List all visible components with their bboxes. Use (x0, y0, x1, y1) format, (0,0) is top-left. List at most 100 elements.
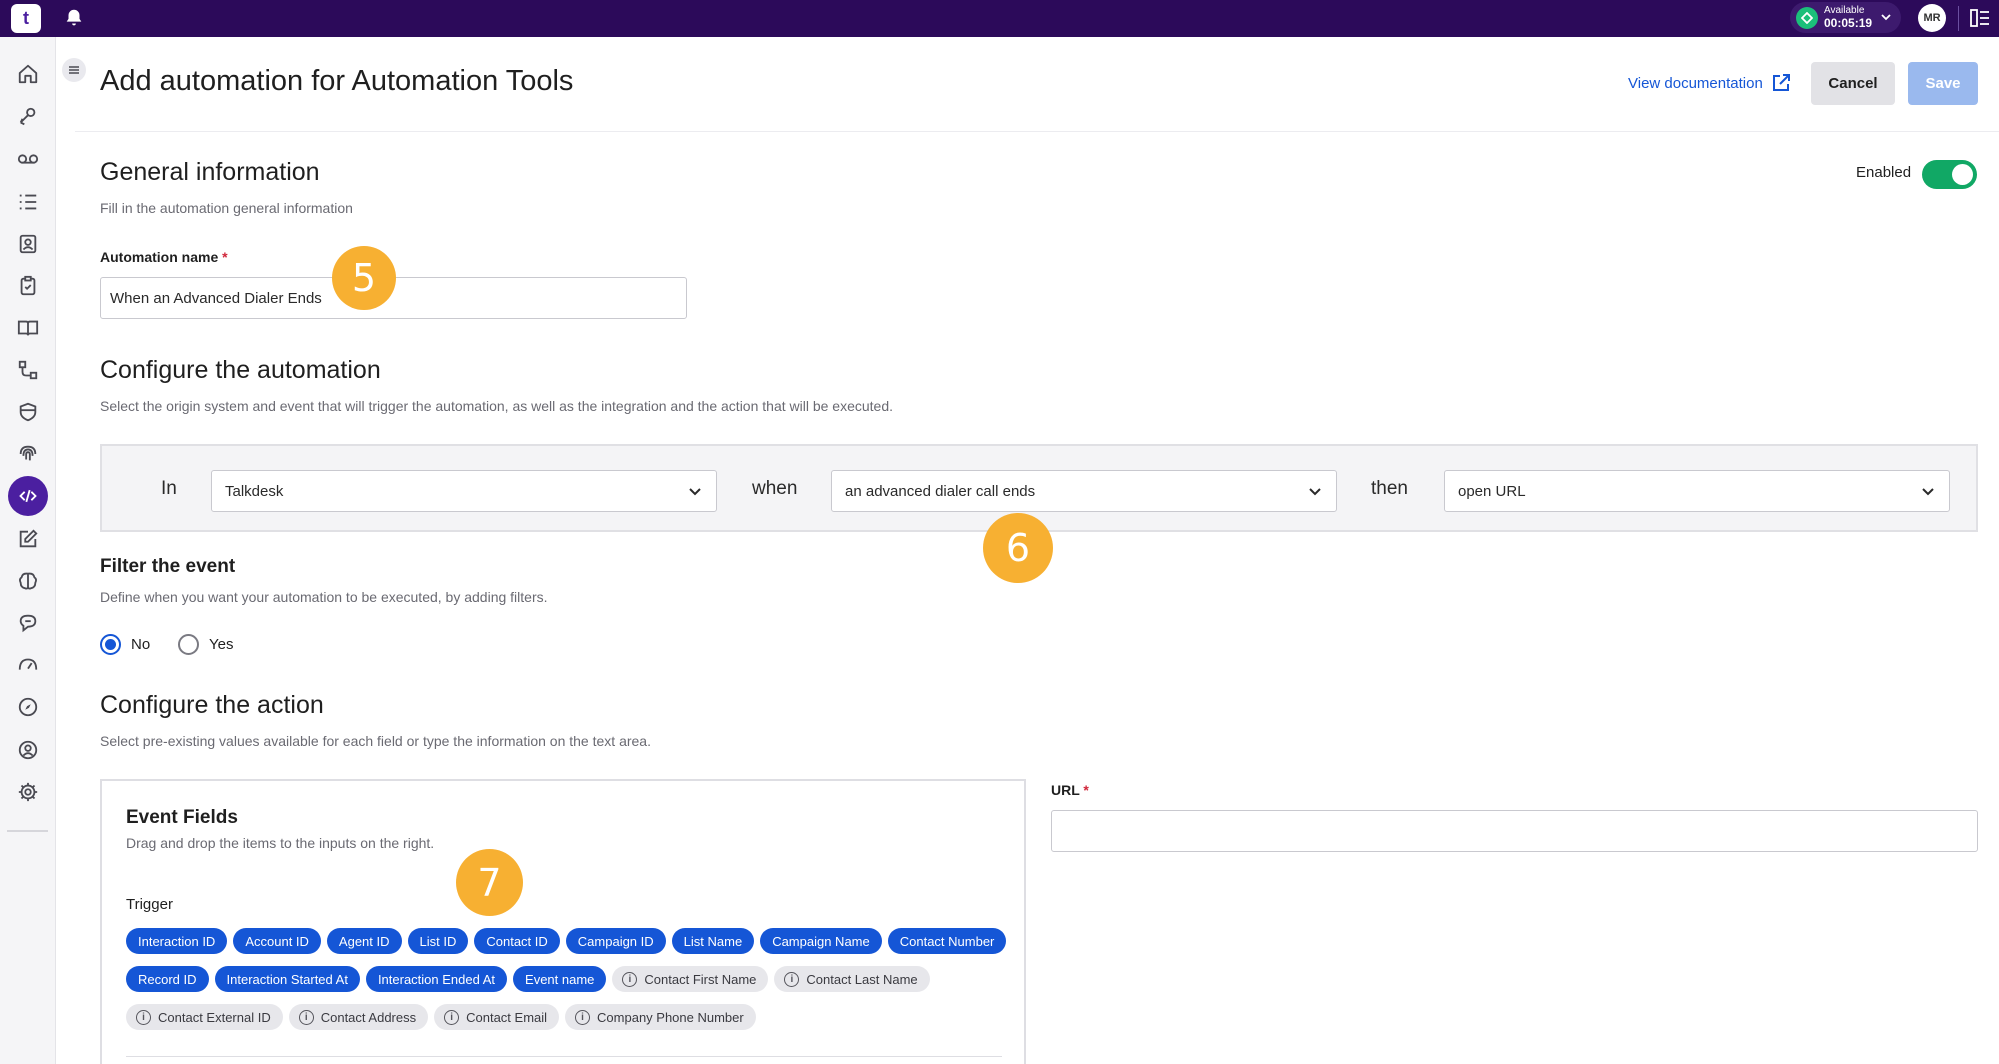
info-icon: i (575, 1009, 591, 1025)
voicemail-icon[interactable] (8, 139, 48, 179)
chip-row-1: Interaction ID Account ID Agent ID List … (126, 928, 1007, 954)
action-value: open URL (1458, 482, 1526, 500)
status-selector[interactable]: Available 00:05:19 (1790, 2, 1901, 33)
filter-event-subtitle: Define when you want your automation to … (100, 589, 548, 605)
event-field-chip-optional[interactable]: i Company Phone Number (565, 1004, 756, 1030)
step-badge-6: 6 (983, 513, 1053, 583)
event-field-chip[interactable]: Contact Number (887, 928, 1007, 954)
home-icon[interactable] (8, 54, 48, 94)
cancel-button[interactable]: Cancel (1811, 62, 1895, 105)
left-nav (0, 37, 56, 1064)
info-icon: i (622, 971, 638, 987)
side-panel-icon[interactable] (1970, 8, 1990, 33)
chip-row-3: i Contact External ID i Contact Address iC… (126, 1004, 756, 1030)
chat-icon[interactable] (8, 603, 48, 643)
toggle-knob (1952, 164, 1973, 185)
gear-icon[interactable] (8, 772, 48, 812)
info-icon: i (136, 1009, 151, 1025)
status-label: Available (1824, 5, 1865, 16)
radio-unchecked-icon (178, 634, 199, 655)
fingerprint-icon[interactable] (8, 434, 48, 474)
chevron-down-icon (1881, 14, 1891, 21)
configure-automation-title: Configure the automation (100, 356, 381, 384)
event-field-chip[interactable]: Contact ID (474, 928, 560, 954)
when-label: when (752, 478, 798, 499)
trigger-label: Trigger (126, 896, 173, 913)
event-field-chip[interactable]: Campaign Name (760, 928, 882, 954)
event-field-chip-optional[interactable]: i Contact First Name (612, 966, 769, 992)
compass-icon[interactable] (8, 687, 48, 727)
enabled-toggle[interactable] (1922, 160, 1977, 189)
event-fields-panel: Event Fields Drag and drop the items to … (100, 779, 1026, 1064)
bell-icon[interactable] (63, 7, 85, 29)
chevron-down-icon (1309, 488, 1321, 496)
user-circle-icon[interactable] (8, 730, 48, 770)
clipboard-check-icon[interactable] (8, 266, 48, 306)
radio-checked-icon (100, 634, 121, 655)
view-documentation-label: View documentation (1628, 74, 1763, 92)
list-icon[interactable] (8, 182, 48, 222)
event-field-chip[interactable]: Record ID (126, 966, 209, 992)
event-field-chip[interactable]: Interaction Ended At (365, 966, 508, 992)
event-field-chip[interactable]: Agent ID (326, 928, 402, 954)
action-select[interactable]: open URL (1444, 470, 1950, 512)
event-field-chip[interactable]: List Name (671, 928, 755, 954)
workflow-icon[interactable] (8, 350, 48, 390)
topbar-divider (1958, 6, 1959, 31)
avatar[interactable]: MR (1918, 4, 1946, 32)
external-link-icon (1772, 74, 1790, 91)
top-bar: t Available 00:05:19 MR (0, 0, 1999, 37)
view-documentation-link[interactable]: View documentation (1628, 73, 1791, 93)
filter-yes-radio[interactable]: Yes (178, 634, 233, 655)
chevron-down-icon (1922, 488, 1934, 496)
filter-no-label: No (131, 636, 151, 653)
save-button[interactable]: Save (1908, 62, 1978, 105)
app-logo[interactable]: t (11, 4, 41, 33)
page-title: Add automation for Automation Tools (100, 65, 574, 97)
info-icon: i (444, 1009, 460, 1025)
edit-icon[interactable] (8, 519, 48, 559)
info-icon: i (784, 971, 800, 987)
event-field-chip-optional[interactable]: i Contact Last Name (774, 966, 930, 992)
event-field-chip-optional[interactable]: i Contact Email (434, 1004, 560, 1030)
origin-system-select[interactable]: Talkdesk (211, 470, 717, 512)
filter-event-title: Filter the event (100, 556, 236, 577)
event-field-chip-optional[interactable]: i Contact Address (288, 1004, 429, 1030)
contacts-icon[interactable] (8, 224, 48, 264)
event-field-chip[interactable]: Interaction ID (126, 928, 228, 954)
general-information-subtitle: Fill in the automation general informati… (100, 200, 353, 216)
event-select[interactable]: an advanced dialer call ends (831, 470, 1337, 512)
origin-system-value: Talkdesk (225, 482, 284, 500)
brain-icon[interactable] (8, 561, 48, 601)
info-icon: i (298, 1009, 314, 1025)
filter-no-radio[interactable]: No (100, 634, 150, 655)
event-field-chip[interactable]: Interaction Started At (214, 966, 360, 992)
event-fields-title: Event Fields (126, 807, 238, 828)
chevron-down-icon (689, 488, 701, 496)
configure-action-title: Configure the action (100, 691, 324, 719)
url-input[interactable] (1051, 810, 1978, 852)
event-value: an advanced dialer call ends (845, 482, 1036, 500)
event-field-chip[interactable]: Account ID (233, 928, 321, 954)
filter-yes-label: Yes (209, 636, 234, 653)
event-field-chip-optional[interactable]: i Contact External ID (126, 1004, 283, 1030)
event-field-chip[interactable]: Event name (513, 966, 607, 992)
automation-name-label: Automation name * (100, 249, 228, 265)
then-label: then (1371, 478, 1408, 499)
shield-icon[interactable] (8, 392, 48, 432)
general-information-title: General information (100, 158, 320, 186)
available-status-icon (1796, 6, 1818, 29)
pen-tool-icon[interactable] (8, 97, 48, 137)
event-fields-divider (126, 1056, 1002, 1057)
step-badge-5: 5 (332, 246, 396, 310)
step-badge-7: 7 (456, 849, 523, 916)
code-icon[interactable] (8, 476, 48, 516)
configure-automation-subtitle: Select the origin system and event that … (100, 398, 894, 414)
gauge-icon[interactable] (8, 645, 48, 685)
event-field-chip[interactable]: List ID (407, 928, 469, 954)
event-field-chip[interactable]: Campaign ID (565, 928, 666, 954)
url-label: URL * (1051, 782, 1089, 798)
book-icon[interactable] (8, 308, 48, 348)
configure-action-subtitle: Select pre-existing values available for… (100, 733, 651, 749)
chip-row-2: Record ID Interaction Started At Interac… (126, 966, 930, 992)
